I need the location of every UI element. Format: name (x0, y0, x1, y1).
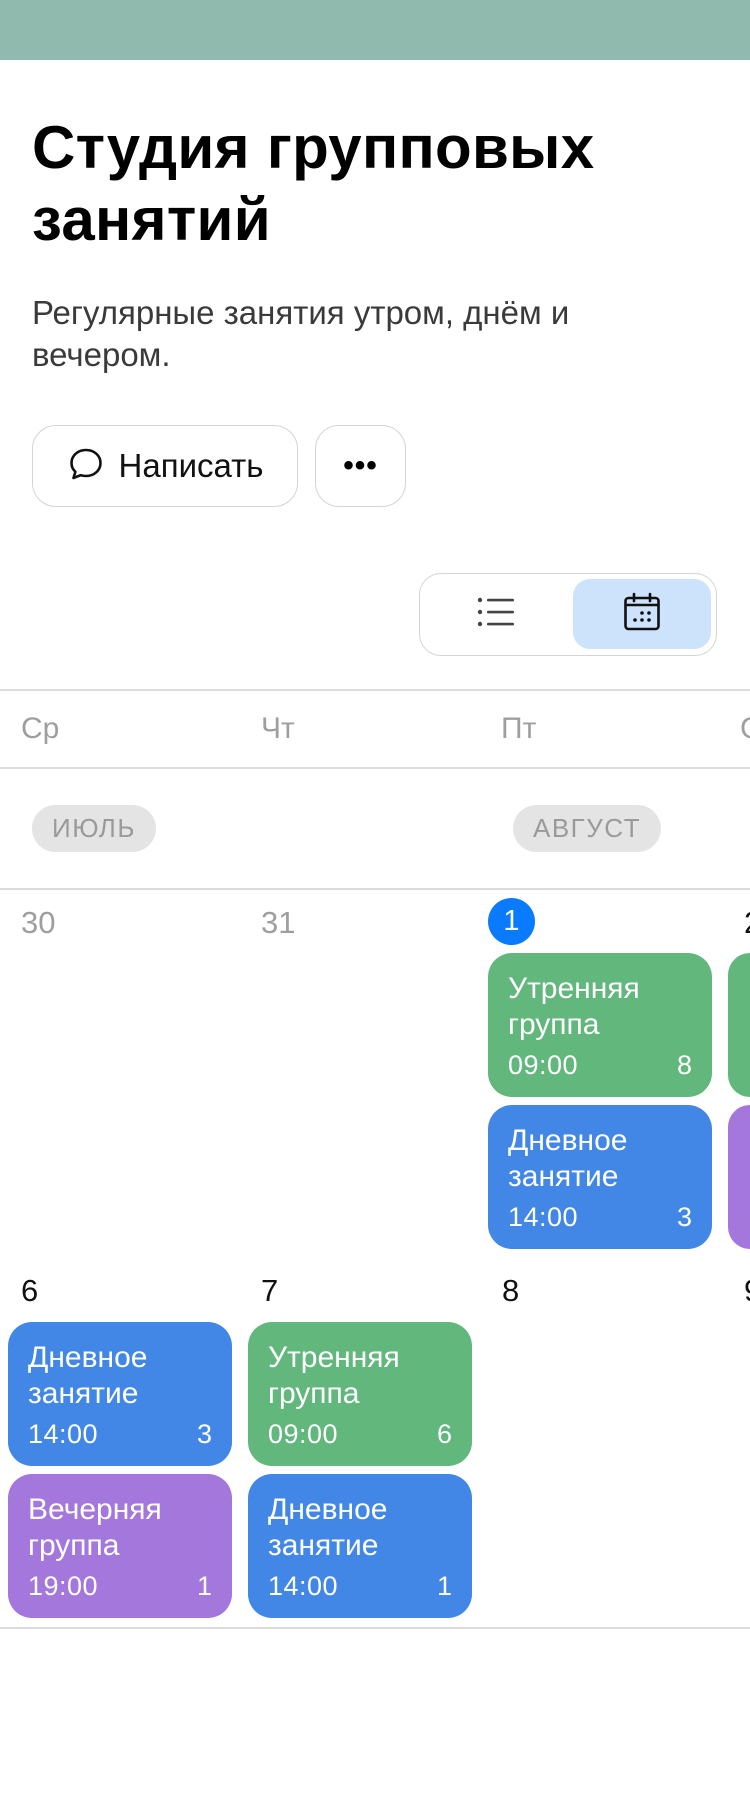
event-name: Дневное занятие (28, 1341, 148, 1410)
weekday-header: Пт (501, 712, 537, 745)
day-number: 9 (744, 1273, 750, 1309)
event-count: 3 (676, 1202, 692, 1232)
page-title: Студия групповых занятий (32, 114, 595, 253)
today-day-number[interactable]: 1 (488, 898, 535, 945)
event-time: 14:00 (28, 1419, 99, 1449)
more-button[interactable]: ••• (315, 425, 406, 507)
day-number: 8 (502, 1273, 520, 1308)
weekday-header: С (740, 712, 750, 746)
event-card[interactable]: Дневное занятие 14:00 3 (488, 1105, 712, 1249)
event-name: Утренняя группа (508, 972, 640, 1041)
list-icon (476, 595, 516, 634)
event-card[interactable]: Утренняя группа 09:00 8 (488, 953, 712, 1097)
weekday-header: Чт (261, 712, 295, 745)
event-card[interactable]: Вечерняя группа 19:00 1 (8, 1474, 232, 1618)
event-count: 1 (436, 1571, 452, 1601)
event-time: 14:00 (508, 1202, 579, 1232)
page-subtitle: Регулярные занятия утром, днём и вечером… (32, 294, 570, 373)
view-toggle (419, 573, 717, 656)
event-name: Вечерняя группа (28, 1493, 162, 1562)
month-label: АВГУСТ (513, 805, 662, 852)
event-time: 19:00 (28, 1571, 99, 1601)
divider (0, 689, 750, 691)
day-number: 7 (261, 1273, 279, 1308)
event-name: Дневное занятие (268, 1493, 388, 1562)
more-dots-icon: ••• (343, 449, 378, 482)
day-number: 31 (261, 905, 296, 940)
event-name: Утренняя группа (268, 1341, 400, 1410)
event-count: 8 (676, 1050, 692, 1080)
write-button-label: Написать (118, 447, 264, 484)
event-name: Дневное занятие (508, 1124, 628, 1193)
event-count: 1 (196, 1571, 212, 1601)
event-card[interactable]: Утренняя группа 09:00 6 (248, 1322, 472, 1466)
event-card[interactable]: Дневное занятие 14:00 3 (8, 1322, 232, 1466)
event-card-partial[interactable] (728, 953, 750, 1097)
event-time: 14:00 (268, 1571, 339, 1601)
event-count: 3 (196, 1419, 212, 1449)
month-label: ИЮЛЬ (32, 805, 156, 852)
weekday-header: Ср (21, 712, 60, 745)
event-time: 09:00 (508, 1050, 579, 1080)
divider (0, 767, 750, 769)
calendar-view-toggle[interactable] (573, 579, 711, 649)
day-number: 2 (744, 905, 750, 941)
event-card[interactable]: Дневное занятие 14:00 1 (248, 1474, 472, 1618)
write-button[interactable]: Написать (32, 425, 298, 507)
chat-bubble-icon (67, 445, 105, 488)
calendar-icon (623, 592, 661, 637)
divider (0, 1627, 750, 1629)
event-time: 09:00 (268, 1419, 339, 1449)
divider (0, 888, 750, 890)
list-view-toggle[interactable] (426, 579, 566, 649)
event-count: 6 (436, 1419, 452, 1449)
event-card-partial[interactable] (728, 1105, 750, 1249)
day-number: 30 (21, 905, 56, 940)
header-bar (0, 0, 750, 60)
day-number: 6 (21, 1273, 39, 1308)
